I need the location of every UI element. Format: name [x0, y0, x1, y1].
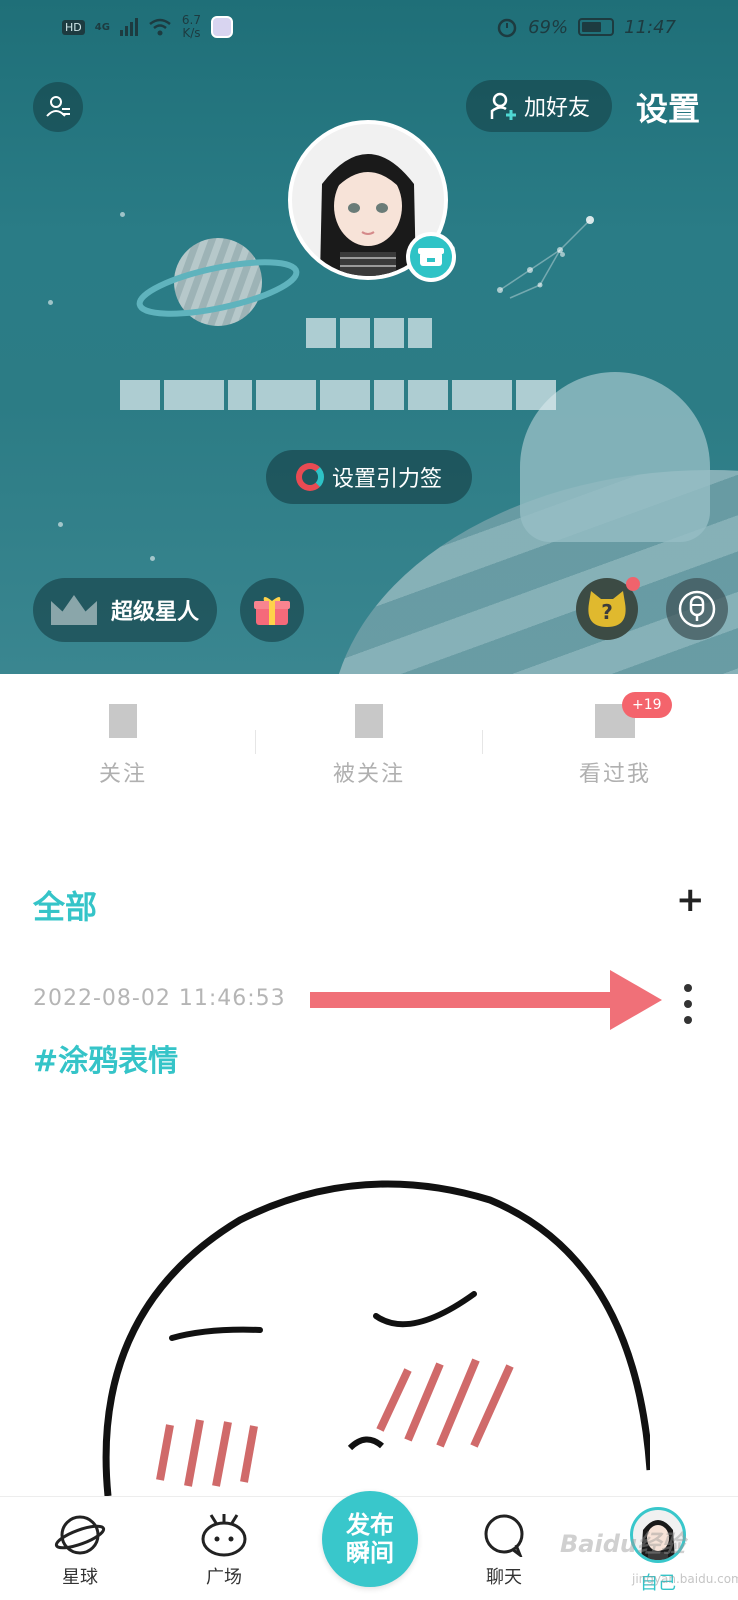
- gift-button[interactable]: [240, 578, 304, 642]
- divider: [255, 730, 256, 754]
- settings-button[interactable]: 设置: [636, 84, 700, 130]
- battery-icon: [578, 18, 615, 36]
- post-doodle-image[interactable]: [90, 1170, 650, 1496]
- super-star-label: 超级星人: [110, 600, 199, 625]
- person-switch-icon: [46, 96, 70, 117]
- star-decoration: [150, 556, 155, 561]
- nav-item-chat[interactable]: 聊天: [464, 1513, 544, 1589]
- svg-text:?: ?: [601, 600, 613, 624]
- wifi-icon: [149, 18, 171, 36]
- stat-visitors[interactable]: 看过我: [492, 690, 738, 800]
- post-more-button[interactable]: [680, 984, 696, 1024]
- network-speed: 6.7 K/s: [182, 14, 201, 40]
- gift-icon: [254, 597, 290, 625]
- stat-label: 被关注: [332, 762, 405, 787]
- publish-moment-button[interactable]: 发布 瞬间: [322, 1491, 418, 1587]
- stat-following[interactable]: 关注: [0, 690, 246, 800]
- planet-icon: [54, 1515, 106, 1555]
- post-hashtag[interactable]: #涂鸦表情: [33, 1036, 178, 1080]
- following-count-pixelated: [109, 704, 137, 738]
- publish-label: 发布 瞬间: [346, 1511, 394, 1567]
- more-dot: [684, 1000, 692, 1008]
- more-dot: [684, 1016, 692, 1024]
- speed-unit: K/s: [182, 26, 201, 40]
- more-dot: [684, 984, 692, 992]
- publish-line-1: 发布: [346, 1511, 394, 1539]
- feed-section-title: 全部: [33, 888, 98, 926]
- battery-percent: 69%: [528, 16, 569, 38]
- signal-icon: [119, 18, 138, 36]
- post-timestamp: 2022-08-02 11:46:53: [33, 986, 286, 1011]
- nav-label: 星球: [62, 1567, 98, 1588]
- ringed-planet-decoration: [136, 238, 300, 326]
- speed-value: 6.7: [181, 13, 202, 27]
- nav-item-planet[interactable]: 星球: [40, 1513, 120, 1589]
- constellation-decoration: [497, 216, 594, 299]
- nav-label: 广场: [206, 1567, 242, 1588]
- gravity-tag-label: 设置引力签: [331, 467, 442, 492]
- star-decoration: [48, 300, 53, 305]
- notification-dot: [626, 577, 640, 591]
- mystery-cat-icon: ?: [588, 591, 626, 627]
- bio-pixelated: [120, 380, 556, 410]
- crown-icon: [50, 595, 97, 625]
- nickname-pixelated: [306, 318, 432, 348]
- alarm-icon: [497, 18, 517, 38]
- status-bar: HD 4G 6.7 K/s 69% 11:47: [0, 0, 738, 60]
- visitors-badge: +19: [622, 692, 672, 718]
- switch-account-button[interactable]: [33, 82, 83, 132]
- network-type: 4G: [94, 21, 110, 33]
- hd-indicator: HD: [62, 19, 85, 35]
- super-star-button[interactable]: 超级星人: [33, 578, 217, 642]
- divider: [482, 730, 483, 754]
- star-decoration: [120, 212, 125, 217]
- stat-label: 关注: [98, 762, 147, 787]
- microphone-icon: [678, 590, 716, 628]
- profile-header: HD 4G 6.7 K/s 69% 11:47 加好友 设置 设置引力签 超级星…: [0, 0, 738, 674]
- add-friend-label: 加好友: [523, 96, 590, 121]
- nav-label: 聊天: [486, 1567, 522, 1588]
- add-person-icon: [490, 92, 516, 120]
- square-icon: [201, 1514, 247, 1557]
- stat-followers[interactable]: 被关注: [246, 690, 492, 800]
- chat-icon: [484, 1514, 524, 1557]
- clock: 11:47: [624, 16, 676, 38]
- star-decoration: [58, 522, 63, 527]
- magnet-icon: [295, 463, 324, 491]
- watermark: Baidu经验: [560, 1530, 685, 1558]
- followers-count-pixelated: [355, 704, 383, 738]
- app-notification-icon: [211, 16, 234, 38]
- nav-item-square[interactable]: 广场: [184, 1513, 264, 1589]
- add-friend-button[interactable]: 加好友: [466, 80, 612, 132]
- gravity-tag-button[interactable]: 设置引力签: [266, 450, 472, 504]
- publish-line-2: 瞬间: [346, 1539, 394, 1567]
- voice-button[interactable]: [666, 578, 728, 640]
- shop-badge-icon[interactable]: [406, 232, 456, 282]
- add-post-button[interactable]: +: [676, 880, 705, 920]
- stat-label: 看过我: [578, 762, 651, 787]
- annotation-arrow: [310, 970, 662, 1030]
- watermark-sub: jingyan.baidu.com: [632, 1572, 738, 1586]
